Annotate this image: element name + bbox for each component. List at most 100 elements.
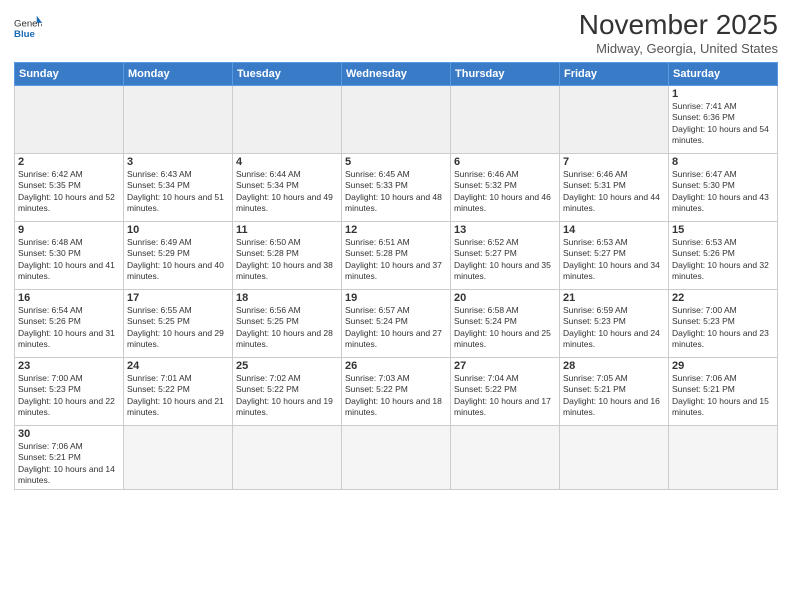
day-cell: 1Sunrise: 7:41 AMSunset: 6:36 PMDaylight…	[669, 85, 778, 153]
day-cell	[15, 85, 124, 153]
week-row-5: 23Sunrise: 7:00 AMSunset: 5:23 PMDayligh…	[15, 357, 778, 425]
day-number: 8	[672, 156, 774, 168]
day-number: 7	[563, 156, 665, 168]
day-cell: 14Sunrise: 6:53 AMSunset: 5:27 PMDayligh…	[560, 221, 669, 289]
day-sun-info: Sunrise: 7:05 AMSunset: 5:21 PMDaylight:…	[563, 373, 665, 419]
day-number: 11	[236, 224, 338, 236]
day-number: 25	[236, 360, 338, 372]
header-tuesday: Tuesday	[233, 62, 342, 85]
day-sun-info: Sunrise: 7:00 AMSunset: 5:23 PMDaylight:…	[672, 305, 774, 351]
day-number: 18	[236, 292, 338, 304]
day-number: 22	[672, 292, 774, 304]
calendar-table: SundayMondayTuesdayWednesdayThursdayFrid…	[14, 62, 778, 490]
day-number: 29	[672, 360, 774, 372]
day-number: 28	[563, 360, 665, 372]
header-friday: Friday	[560, 62, 669, 85]
day-cell	[342, 85, 451, 153]
day-sun-info: Sunrise: 6:48 AMSunset: 5:30 PMDaylight:…	[18, 237, 120, 283]
day-sun-info: Sunrise: 6:47 AMSunset: 5:30 PMDaylight:…	[672, 169, 774, 215]
day-cell	[669, 425, 778, 489]
day-number: 9	[18, 224, 120, 236]
calendar-header-row: SundayMondayTuesdayWednesdayThursdayFrid…	[15, 62, 778, 85]
page-header: General Blue November 2025 Midway, Georg…	[14, 10, 778, 56]
location-subtitle: Midway, Georgia, United States	[579, 41, 778, 56]
week-row-3: 9Sunrise: 6:48 AMSunset: 5:30 PMDaylight…	[15, 221, 778, 289]
day-cell: 29Sunrise: 7:06 AMSunset: 5:21 PMDayligh…	[669, 357, 778, 425]
header-wednesday: Wednesday	[342, 62, 451, 85]
day-cell: 25Sunrise: 7:02 AMSunset: 5:22 PMDayligh…	[233, 357, 342, 425]
day-cell: 9Sunrise: 6:48 AMSunset: 5:30 PMDaylight…	[15, 221, 124, 289]
day-number: 16	[18, 292, 120, 304]
day-cell	[124, 85, 233, 153]
day-cell: 2Sunrise: 6:42 AMSunset: 5:35 PMDaylight…	[15, 153, 124, 221]
week-row-4: 16Sunrise: 6:54 AMSunset: 5:26 PMDayligh…	[15, 289, 778, 357]
day-sun-info: Sunrise: 7:03 AMSunset: 5:22 PMDaylight:…	[345, 373, 447, 419]
day-number: 26	[345, 360, 447, 372]
day-cell: 12Sunrise: 6:51 AMSunset: 5:28 PMDayligh…	[342, 221, 451, 289]
day-sun-info: Sunrise: 6:44 AMSunset: 5:34 PMDaylight:…	[236, 169, 338, 215]
day-cell: 10Sunrise: 6:49 AMSunset: 5:29 PMDayligh…	[124, 221, 233, 289]
day-number: 10	[127, 224, 229, 236]
day-sun-info: Sunrise: 6:59 AMSunset: 5:23 PMDaylight:…	[563, 305, 665, 351]
day-cell: 13Sunrise: 6:52 AMSunset: 5:27 PMDayligh…	[451, 221, 560, 289]
day-number: 12	[345, 224, 447, 236]
day-cell: 7Sunrise: 6:46 AMSunset: 5:31 PMDaylight…	[560, 153, 669, 221]
day-sun-info: Sunrise: 6:46 AMSunset: 5:31 PMDaylight:…	[563, 169, 665, 215]
day-number: 23	[18, 360, 120, 372]
week-row-2: 2Sunrise: 6:42 AMSunset: 5:35 PMDaylight…	[15, 153, 778, 221]
header-saturday: Saturday	[669, 62, 778, 85]
header-sunday: Sunday	[15, 62, 124, 85]
day-cell: 24Sunrise: 7:01 AMSunset: 5:22 PMDayligh…	[124, 357, 233, 425]
day-number: 17	[127, 292, 229, 304]
day-sun-info: Sunrise: 7:06 AMSunset: 5:21 PMDaylight:…	[672, 373, 774, 419]
svg-text:Blue: Blue	[14, 29, 35, 40]
day-sun-info: Sunrise: 7:01 AMSunset: 5:22 PMDaylight:…	[127, 373, 229, 419]
day-cell: 16Sunrise: 6:54 AMSunset: 5:26 PMDayligh…	[15, 289, 124, 357]
day-sun-info: Sunrise: 7:02 AMSunset: 5:22 PMDaylight:…	[236, 373, 338, 419]
day-sun-info: Sunrise: 6:45 AMSunset: 5:33 PMDaylight:…	[345, 169, 447, 215]
day-number: 3	[127, 156, 229, 168]
day-sun-info: Sunrise: 7:41 AMSunset: 6:36 PMDaylight:…	[672, 101, 774, 147]
day-sun-info: Sunrise: 6:46 AMSunset: 5:32 PMDaylight:…	[454, 169, 556, 215]
day-number: 19	[345, 292, 447, 304]
day-cell: 5Sunrise: 6:45 AMSunset: 5:33 PMDaylight…	[342, 153, 451, 221]
day-cell: 22Sunrise: 7:00 AMSunset: 5:23 PMDayligh…	[669, 289, 778, 357]
day-number: 24	[127, 360, 229, 372]
day-cell	[233, 425, 342, 489]
day-sun-info: Sunrise: 7:00 AMSunset: 5:23 PMDaylight:…	[18, 373, 120, 419]
month-title: November 2025	[579, 10, 778, 41]
day-cell	[233, 85, 342, 153]
day-cell: 11Sunrise: 6:50 AMSunset: 5:28 PMDayligh…	[233, 221, 342, 289]
day-number: 14	[563, 224, 665, 236]
day-sun-info: Sunrise: 6:53 AMSunset: 5:27 PMDaylight:…	[563, 237, 665, 283]
day-sun-info: Sunrise: 6:56 AMSunset: 5:25 PMDaylight:…	[236, 305, 338, 351]
day-number: 20	[454, 292, 556, 304]
day-cell: 19Sunrise: 6:57 AMSunset: 5:24 PMDayligh…	[342, 289, 451, 357]
day-cell	[124, 425, 233, 489]
day-sun-info: Sunrise: 6:49 AMSunset: 5:29 PMDaylight:…	[127, 237, 229, 283]
day-sun-info: Sunrise: 6:50 AMSunset: 5:28 PMDaylight:…	[236, 237, 338, 283]
logo: General Blue	[14, 14, 42, 42]
day-number: 2	[18, 156, 120, 168]
day-sun-info: Sunrise: 6:43 AMSunset: 5:34 PMDaylight:…	[127, 169, 229, 215]
day-cell: 21Sunrise: 6:59 AMSunset: 5:23 PMDayligh…	[560, 289, 669, 357]
calendar-page: General Blue November 2025 Midway, Georg…	[0, 0, 792, 612]
day-cell: 3Sunrise: 6:43 AMSunset: 5:34 PMDaylight…	[124, 153, 233, 221]
day-cell	[560, 425, 669, 489]
day-cell: 18Sunrise: 6:56 AMSunset: 5:25 PMDayligh…	[233, 289, 342, 357]
day-number: 30	[18, 428, 120, 440]
day-number: 5	[345, 156, 447, 168]
header-thursday: Thursday	[451, 62, 560, 85]
day-cell: 27Sunrise: 7:04 AMSunset: 5:22 PMDayligh…	[451, 357, 560, 425]
day-cell: 23Sunrise: 7:00 AMSunset: 5:23 PMDayligh…	[15, 357, 124, 425]
day-sun-info: Sunrise: 6:51 AMSunset: 5:28 PMDaylight:…	[345, 237, 447, 283]
day-cell	[342, 425, 451, 489]
day-sun-info: Sunrise: 6:55 AMSunset: 5:25 PMDaylight:…	[127, 305, 229, 351]
day-sun-info: Sunrise: 6:52 AMSunset: 5:27 PMDaylight:…	[454, 237, 556, 283]
day-cell	[451, 85, 560, 153]
week-row-1: 1Sunrise: 7:41 AMSunset: 6:36 PMDaylight…	[15, 85, 778, 153]
day-number: 27	[454, 360, 556, 372]
day-sun-info: Sunrise: 6:57 AMSunset: 5:24 PMDaylight:…	[345, 305, 447, 351]
day-cell: 26Sunrise: 7:03 AMSunset: 5:22 PMDayligh…	[342, 357, 451, 425]
day-number: 4	[236, 156, 338, 168]
